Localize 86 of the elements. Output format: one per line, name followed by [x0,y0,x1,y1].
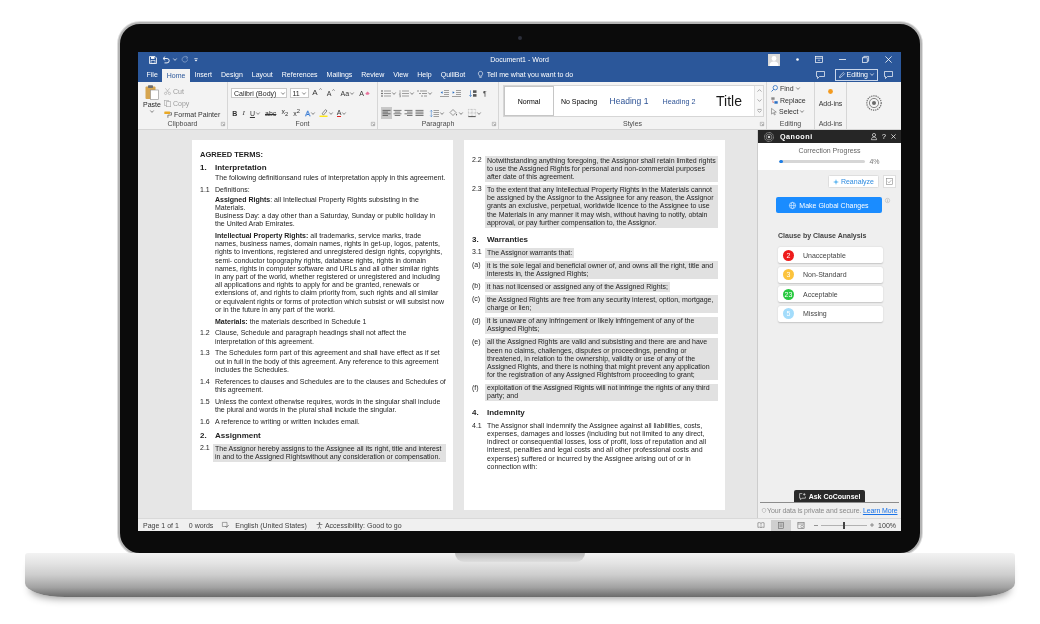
heading-number: 2. [200,430,207,440]
caret-icon[interactable] [280,91,285,95]
scroll-up-icon[interactable] [756,89,762,93]
paint-bucket-icon[interactable] [449,109,458,117]
heading-text: Warranties [487,234,529,245]
align-center-icon[interactable] [392,107,403,119]
globe-icon[interactable] [789,202,797,209]
zoom-in-icon[interactable] [870,523,875,527]
customize-icon[interactable] [194,57,198,62]
highlighter-icon[interactable] [318,109,328,117]
sparkle-icon[interactable] [832,178,839,185]
heading-number: 3. [472,234,479,244]
align-right-icon[interactable] [403,107,414,119]
scroll-down-icon[interactable] [756,99,762,102]
heading-text: Interpretation [215,163,267,173]
heading-number: 1. [200,163,207,172]
dot-icon [796,58,799,61]
camera-icon [517,36,522,40]
heading-number: 4. [472,408,479,418]
clipboard-icon[interactable] [145,85,159,100]
bullet-list-icon[interactable] [381,89,391,97]
caret-icon[interactable] [795,87,800,90]
undo-icon[interactable] [162,56,170,63]
seal-icon [764,131,774,142]
caret-icon[interactable] [392,91,396,95]
launcher-icon[interactable] [221,122,225,126]
close-icon[interactable] [885,56,892,63]
shield-icon [761,508,766,513]
caret-icon[interactable] [440,111,444,115]
paintbrush-icon[interactable] [164,111,172,118]
cursor-icon[interactable] [771,108,777,115]
caret-up-icon[interactable] [332,89,336,91]
caret-icon[interactable] [150,110,154,113]
heading-text: Indemnity [487,408,525,419]
seal-icon[interactable] [866,94,882,111]
caret-icon[interactable] [428,91,432,95]
caret-icon[interactable] [328,111,333,115]
caret-up-icon[interactable] [318,88,322,90]
launcher-icon[interactable] [760,122,764,126]
align-left-icon[interactable] [381,107,392,119]
caret-icon[interactable] [255,111,260,115]
person-icon[interactable] [871,133,878,140]
proofing-icon[interactable] [222,522,230,528]
line-spacing-icon[interactable] [430,109,439,117]
caret-icon[interactable] [800,110,805,113]
comment-icon[interactable] [884,70,893,79]
save-icon[interactable] [149,55,157,64]
caret-icon[interactable] [311,111,316,115]
decrease-indent-icon[interactable] [440,89,449,97]
lightbulb-icon[interactable] [477,71,483,78]
increase-indent-icon[interactable] [452,89,461,97]
sort-icon[interactable] [469,89,477,97]
chat-plus-icon[interactable] [798,492,806,500]
redo-icon[interactable] [182,56,189,63]
search-icon[interactable] [771,85,778,92]
comment-icon[interactable] [815,70,825,79]
multilevel-list-icon[interactable] [417,89,427,97]
caret-icon[interactable] [410,91,414,95]
pencil-icon[interactable] [838,71,845,78]
caret-icon[interactable] [350,91,355,95]
caret-icon[interactable] [477,111,481,115]
align-justify-icon[interactable] [414,107,425,119]
borders-icon[interactable] [468,109,476,117]
heading-text: Assignment [215,430,261,441]
numbered-list-icon[interactable] [399,89,409,97]
info-icon[interactable] [885,198,890,203]
launcher-icon[interactable] [371,122,375,126]
grow-font-button[interactable]: A [311,88,323,98]
launcher-icon[interactable] [492,122,496,126]
eraser-icon[interactable] [364,91,370,95]
more-styles-icon[interactable] [756,108,762,113]
accessibility-icon[interactable] [315,521,323,529]
addin-dot-icon[interactable] [828,89,833,94]
caret-icon[interactable] [459,111,463,115]
caret-icon[interactable] [302,91,306,95]
slider-thumb[interactable] [843,521,846,529]
ribbon-display-icon[interactable] [815,56,823,63]
restore-icon[interactable] [862,56,869,63]
replace-icon[interactable] [771,96,778,104]
close-icon[interactable] [891,134,896,139]
print-layout-icon[interactable] [771,519,792,531]
style-option[interactable]: Title [704,86,754,116]
avatar-icon[interactable] [768,53,780,66]
zoom-slider[interactable] [821,521,868,529]
caret-icon[interactable] [342,111,347,115]
style-option[interactable]: Heading 1 [604,86,654,116]
